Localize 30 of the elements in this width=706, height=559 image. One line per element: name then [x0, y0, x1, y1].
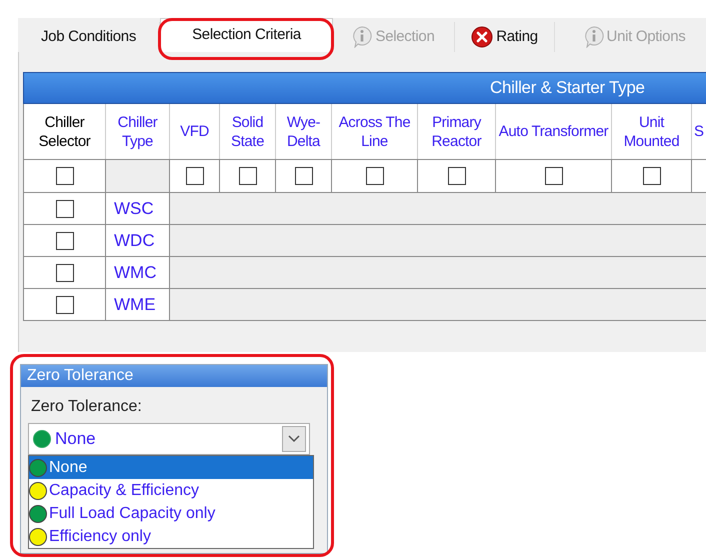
checkbox[interactable]	[186, 167, 204, 185]
table-cell: WDC	[106, 225, 170, 256]
tab[interactable]: Selection Criteria	[160, 18, 333, 52]
chevron-down-icon	[288, 435, 300, 443]
dropdown-option[interactable]: None	[29, 456, 313, 479]
checkbox[interactable]	[56, 200, 74, 218]
checkbox[interactable]	[56, 232, 74, 250]
group-header: Chiller & Starter Type	[23, 72, 706, 104]
table-cell: WME	[106, 289, 170, 320]
checkbox[interactable]	[56, 167, 74, 185]
checkbox[interactable]	[642, 167, 660, 185]
error-icon	[471, 26, 494, 48]
checkbox[interactable]	[294, 167, 312, 185]
table-cell: WMC	[106, 257, 170, 288]
checkbox[interactable]	[448, 167, 466, 185]
info-icon	[352, 26, 372, 48]
checkbox[interactable]	[544, 167, 562, 185]
dropdown-option[interactable]: Capacity & Efficiency	[29, 479, 313, 502]
info-icon	[584, 26, 604, 48]
field-label: Zero Tolerance:	[31, 397, 143, 417]
checkbox[interactable]	[366, 167, 384, 185]
checkbox[interactable]	[56, 296, 74, 314]
dropdown-option[interactable]: Efficiency only	[29, 525, 313, 548]
checkbox[interactable]	[238, 167, 256, 185]
table-cell: WSC	[106, 193, 170, 224]
group-title: Zero Tolerance	[21, 365, 327, 387]
dropdown-field[interactable]: None	[28, 423, 310, 455]
dropdown-button[interactable]	[282, 426, 306, 452]
dropdown-option[interactable]: Full Load Capacity only	[29, 502, 313, 525]
checkbox[interactable]	[56, 264, 74, 282]
